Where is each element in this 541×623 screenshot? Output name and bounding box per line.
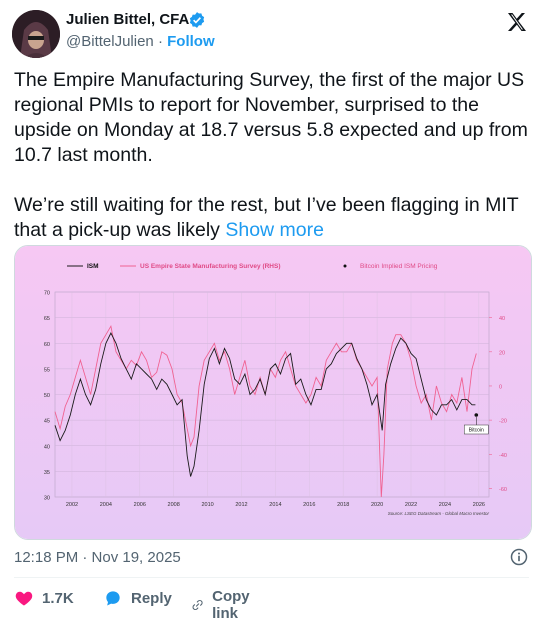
y-left-tick-label: 45 (44, 419, 50, 425)
link-icon (192, 600, 203, 610)
copy-link-label: Copy link (212, 588, 250, 622)
legend-label-empire: US Empire State Manufacturing Survey (RH… (140, 263, 281, 270)
avatar[interactable] (12, 10, 60, 58)
copy-link-button[interactable]: Copy link (191, 588, 257, 622)
chart: ISM US Empire State Manufacturing Survey … (15, 246, 531, 539)
bitcoin-label: Bitcoin (469, 428, 484, 434)
x-tick-label: 2024 (439, 502, 451, 508)
reply-label: Reply (131, 589, 172, 607)
y-right-tick-label: 0 (499, 384, 502, 390)
y-left-tick-label: 65 (44, 316, 50, 322)
reply-button[interactable]: Reply (103, 588, 172, 608)
separator: · (157, 33, 163, 50)
y-left-tick-label: 50 (44, 393, 50, 399)
follow-button[interactable]: Follow (167, 33, 215, 50)
y-right-tick-label: 40 (499, 316, 505, 322)
like-count: 1.7K (42, 589, 74, 607)
x-tick-label: 2010 (201, 502, 213, 508)
info-icon[interactable] (509, 547, 529, 567)
y-left-tick-label: 55 (44, 367, 50, 373)
chart-image[interactable]: ISM US Empire State Manufacturing Survey … (14, 245, 532, 540)
x-tick-label: 2014 (269, 502, 281, 508)
x-tick-label: 2016 (303, 502, 315, 508)
legend-label-bitcoin: Bitcoin Implied ISM Pricing (360, 263, 438, 270)
author-handle[interactable]: @BittelJulien (66, 33, 154, 50)
author-name[interactable]: Julien Bittel, CFA (66, 11, 189, 28)
x-tick-label: 2004 (100, 502, 112, 508)
author-handle-line: @BittelJulien · Follow (66, 33, 215, 50)
y-left-tick-label: 30 (44, 496, 50, 502)
chart-source: Source: LSEG Datastream - Global Macro I… (388, 511, 490, 516)
y-right-tick-label: -60 (499, 487, 507, 493)
y-left-tick-label: 40 (44, 444, 50, 450)
chart-background (15, 246, 531, 539)
x-tick-label: 2018 (337, 502, 349, 508)
y-left-tick-label: 35 (44, 470, 50, 476)
tweet-timestamp[interactable]: 12:18 PM · Nov 19, 2025 (14, 549, 181, 566)
y-left-tick-label: 60 (44, 342, 50, 348)
verified-badge-icon (189, 12, 205, 28)
x-tick-label: 2008 (168, 502, 180, 508)
y-right-tick-label: 20 (499, 350, 505, 356)
heart-icon (15, 591, 33, 606)
tweet-text: The Empire Manufacturing Survey, the fir… (14, 68, 529, 243)
y-right-tick-label: -40 (499, 453, 507, 459)
x-tick-label: 2026 (473, 502, 485, 508)
x-tick-label: 2006 (134, 502, 146, 508)
x-tick-label: 2020 (371, 502, 383, 508)
divider (14, 577, 529, 578)
x-tick-label: 2002 (66, 502, 78, 508)
legend-swatch-bitcoin (343, 264, 347, 268)
x-tick-label: 2022 (405, 502, 417, 508)
legend-label-ism: ISM (87, 263, 99, 270)
x-tick-label: 2012 (235, 502, 247, 508)
y-right-tick-label: -20 (499, 419, 507, 425)
reply-icon (106, 591, 120, 606)
x-logo-icon[interactable] (505, 10, 529, 34)
like-button[interactable]: 1.7K (14, 588, 74, 608)
bitcoin-point (474, 413, 479, 417)
y-left-tick-label: 70 (44, 291, 50, 297)
show-more-link[interactable]: Show more (225, 219, 324, 241)
tweet-body: The Empire Manufacturing Survey, the fir… (14, 69, 528, 241)
